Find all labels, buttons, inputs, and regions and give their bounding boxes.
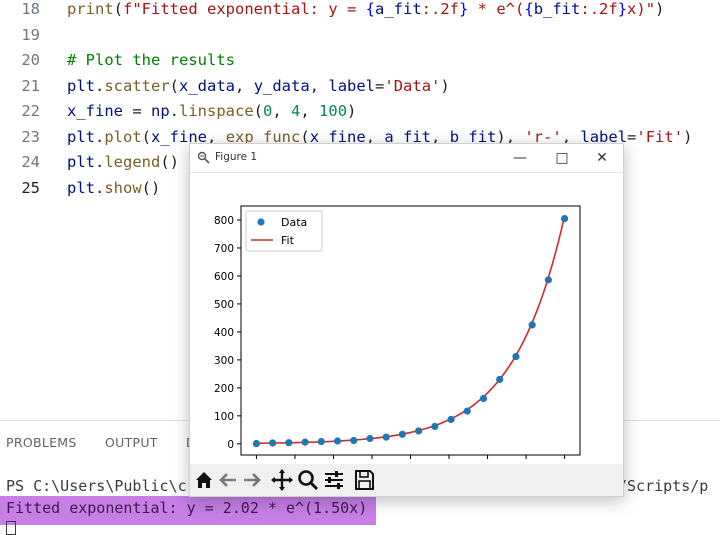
line-number: 19 — [21, 25, 40, 44]
data-point — [285, 439, 293, 447]
data-point — [463, 407, 471, 415]
legend-marker-data — [257, 218, 265, 226]
data-point — [382, 433, 390, 441]
tab-problems[interactable]: PROBLEMS — [6, 435, 77, 450]
y-tick-label: 0 — [227, 439, 234, 451]
code-text: plt.scatter(x_data, y_data, label='Data'… — [67, 76, 450, 95]
code-line[interactable]: 21 plt.scatter(x_data, y_data, label='Dat… — [0, 74, 720, 98]
y-tick-label: 400 — [214, 327, 234, 339]
data-point — [496, 375, 504, 384]
code-text: plt.show() — [67, 178, 161, 197]
line-number: 23 — [21, 127, 40, 146]
y-tick-label: 100 — [214, 411, 234, 423]
figure-titlebar[interactable]: Figure 1 — □ ✕ — [190, 144, 623, 173]
y-tick-label: 300 — [214, 355, 234, 367]
terminal-output: Fitted exponential: y = 2.02 * e^(1.50x) — [6, 499, 368, 517]
tab-output[interactable]: OUTPUT — [105, 435, 158, 450]
data-point — [415, 427, 423, 435]
code-line[interactable]: 20 # Plot the results — [0, 48, 720, 72]
data-point — [350, 436, 358, 445]
data-point — [252, 439, 261, 448]
data-point — [512, 352, 520, 361]
configure-subplots-icon[interactable] — [322, 468, 346, 492]
data-point — [317, 437, 325, 446]
data-point — [479, 394, 488, 403]
code-text: print(f"Fitted exponential: y = {a_fit:.… — [67, 0, 665, 18]
data-point — [269, 439, 277, 447]
code-line[interactable]: 18 print(f"Fitted exponential: y = {a_fit… — [0, 0, 720, 21]
terminal-prompt: PS C:\Users\Public\c — [6, 477, 187, 495]
line-number: 25 — [21, 178, 40, 197]
figure-toolbar — [190, 464, 623, 496]
line-number: 24 — [21, 153, 40, 171]
legend-label-data: Data — [281, 216, 307, 229]
data-point — [398, 430, 406, 438]
matplotlib-icon — [197, 151, 210, 164]
line-number: 21 — [21, 76, 40, 95]
code-text: plt.legend() — [67, 153, 180, 171]
y-tick-label: 600 — [214, 271, 234, 283]
terminal-cursor — [6, 521, 16, 535]
back-arrow-icon[interactable] — [216, 468, 240, 492]
figure-window[interactable]: Figure 1 — □ ✕ 0.00.51.01.52.02.53.03.54… — [189, 143, 624, 497]
code-text: # Plot the results — [67, 51, 235, 69]
terminal-prompt-tail: /Scripts/p — [618, 477, 709, 495]
code-line[interactable]: 22 x_fine = np.linspace(0, 4, 100) — [0, 99, 720, 123]
line-number: 18 — [21, 0, 40, 18]
home-icon[interactable] — [192, 468, 216, 492]
figure-title: Figure 1 — [215, 151, 258, 163]
close-button[interactable]: ✕ — [592, 149, 612, 167]
plot-canvas[interactable]: 0.00.51.01.52.02.53.03.54.00100200300400… — [190, 172, 623, 464]
data-point — [544, 276, 552, 284]
line-number: 20 — [21, 51, 40, 69]
forward-arrow-icon[interactable] — [240, 468, 264, 492]
y-tick-label: 500 — [214, 299, 234, 311]
data-point — [431, 422, 439, 431]
pan-icon[interactable] — [270, 468, 294, 492]
zoom-icon[interactable] — [296, 468, 320, 492]
code-line[interactable]: 19 — [0, 23, 720, 47]
data-point — [301, 438, 309, 446]
data-point — [528, 321, 536, 329]
y-tick-label: 700 — [214, 243, 234, 255]
maximize-button[interactable]: □ — [552, 149, 572, 167]
line-number: 22 — [21, 102, 40, 120]
save-icon[interactable] — [352, 468, 376, 492]
legend-label-fit: Fit — [281, 234, 295, 247]
data-point — [447, 415, 455, 424]
y-tick-label: 200 — [214, 383, 234, 395]
data-point — [366, 434, 374, 443]
data-point — [333, 437, 342, 445]
minimize-button[interactable]: — — [510, 149, 530, 167]
code-text: x_fine = np.linspace(0, 4, 100) — [67, 102, 357, 120]
data-point — [560, 214, 569, 223]
y-tick-label: 800 — [214, 215, 234, 227]
